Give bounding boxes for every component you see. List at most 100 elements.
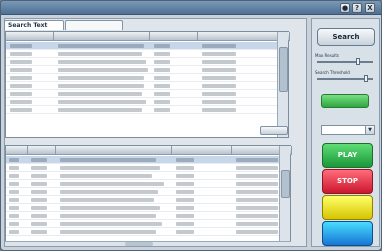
vertical-scrollbar[interactable] <box>279 146 290 241</box>
column-header[interactable] <box>54 32 150 41</box>
table-cell <box>176 206 194 210</box>
slider-knob[interactable] <box>364 75 368 82</box>
yellow-action-button[interactable] <box>322 195 373 220</box>
table-cell <box>10 92 32 96</box>
horizontal-scrollbar[interactable] <box>5 241 291 246</box>
close-button[interactable]: X <box>365 3 375 13</box>
table-cell <box>236 174 278 178</box>
play-button[interactable]: PLAY <box>322 143 373 168</box>
table-row[interactable] <box>6 228 290 236</box>
table-row[interactable] <box>6 58 288 66</box>
slider-knob[interactable] <box>356 58 360 65</box>
table-cell <box>202 92 236 96</box>
tab-search-text[interactable]: Search Text <box>4 20 64 30</box>
column-header[interactable] <box>28 146 56 155</box>
table-row[interactable] <box>6 66 288 74</box>
table-cell <box>154 108 170 112</box>
action-button[interactable] <box>260 126 288 135</box>
table-cell <box>176 166 194 170</box>
table-cell <box>31 190 47 194</box>
table-cell <box>58 108 142 112</box>
title-bar[interactable]: ● ? X <box>1 1 381 15</box>
help-button[interactable]: ? <box>352 3 362 13</box>
table-row[interactable] <box>6 188 290 196</box>
table-cell <box>58 68 148 72</box>
table-cell <box>176 190 194 194</box>
table-cell <box>10 44 32 48</box>
table-cell <box>60 174 152 178</box>
table-cell <box>58 100 146 104</box>
column-header[interactable] <box>56 146 172 155</box>
table-row[interactable] <box>6 180 290 188</box>
table-row[interactable] <box>6 172 290 180</box>
table-row[interactable] <box>6 164 290 172</box>
table-cell <box>58 92 142 96</box>
table-row[interactable] <box>6 50 288 58</box>
play-label: PLAY <box>337 151 358 159</box>
table-cell <box>10 108 32 112</box>
search-threshold-slider[interactable] <box>317 75 373 82</box>
table-cell <box>60 222 162 226</box>
table-cell <box>9 158 19 162</box>
chevron-down-icon[interactable]: ▼ <box>365 126 374 134</box>
table-cell <box>9 222 19 226</box>
table-row[interactable] <box>6 204 290 212</box>
table-row[interactable] <box>6 220 290 228</box>
table-cell <box>60 166 160 170</box>
max-results-slider[interactable] <box>317 58 373 65</box>
table-cell <box>31 158 47 162</box>
table-cell <box>202 84 236 88</box>
table-cell <box>10 100 32 104</box>
table-row[interactable] <box>6 156 290 164</box>
top-results-table <box>5 31 290 138</box>
table-cell <box>154 76 170 80</box>
stop-label: STOP <box>337 177 358 185</box>
action-button[interactable] <box>321 94 369 108</box>
column-header[interactable] <box>6 32 54 41</box>
bottom-results-table <box>5 145 292 242</box>
table-row[interactable] <box>6 106 288 114</box>
table-cell <box>31 222 47 226</box>
table-row[interactable] <box>6 212 290 220</box>
table-cell <box>176 230 194 234</box>
column-header[interactable] <box>172 146 232 155</box>
table-cell <box>202 68 236 72</box>
table-cell <box>176 174 194 178</box>
table-row[interactable] <box>6 90 288 98</box>
scrollbar-thumb[interactable] <box>279 47 288 92</box>
table-cell <box>176 182 194 186</box>
table-cell <box>236 198 278 202</box>
table-cell <box>58 44 144 48</box>
table-cell <box>154 100 170 104</box>
table-cell <box>236 206 278 210</box>
table-cell <box>176 222 194 226</box>
column-header[interactable] <box>6 146 28 155</box>
scrollbar-thumb[interactable] <box>281 170 290 198</box>
table-cell <box>60 198 154 202</box>
options-combo[interactable]: ▼ <box>321 125 375 135</box>
table-cell <box>236 214 278 218</box>
table-cell <box>31 214 47 218</box>
vertical-scrollbar[interactable] <box>277 32 288 137</box>
table-cell <box>9 214 19 218</box>
column-header[interactable] <box>150 32 198 41</box>
table-row[interactable] <box>6 98 288 106</box>
table-cell <box>10 84 32 88</box>
table-row[interactable] <box>6 42 288 50</box>
search-button[interactable]: Search <box>317 28 375 46</box>
table-row[interactable] <box>6 74 288 82</box>
table-row[interactable] <box>6 82 288 90</box>
table-cell <box>236 222 278 226</box>
table-cell <box>60 230 156 234</box>
table-cell <box>154 52 170 56</box>
table-cell <box>10 76 32 80</box>
stop-button[interactable]: STOP <box>322 169 373 194</box>
scrollbar-thumb[interactable] <box>125 242 153 246</box>
table-row[interactable] <box>6 196 290 204</box>
tab-query[interactable] <box>65 20 123 30</box>
table-cell <box>236 158 278 162</box>
menu-button[interactable]: ● <box>340 3 350 13</box>
table-cell <box>60 214 156 218</box>
table-cell <box>60 182 164 186</box>
blue-action-button[interactable] <box>322 221 373 246</box>
